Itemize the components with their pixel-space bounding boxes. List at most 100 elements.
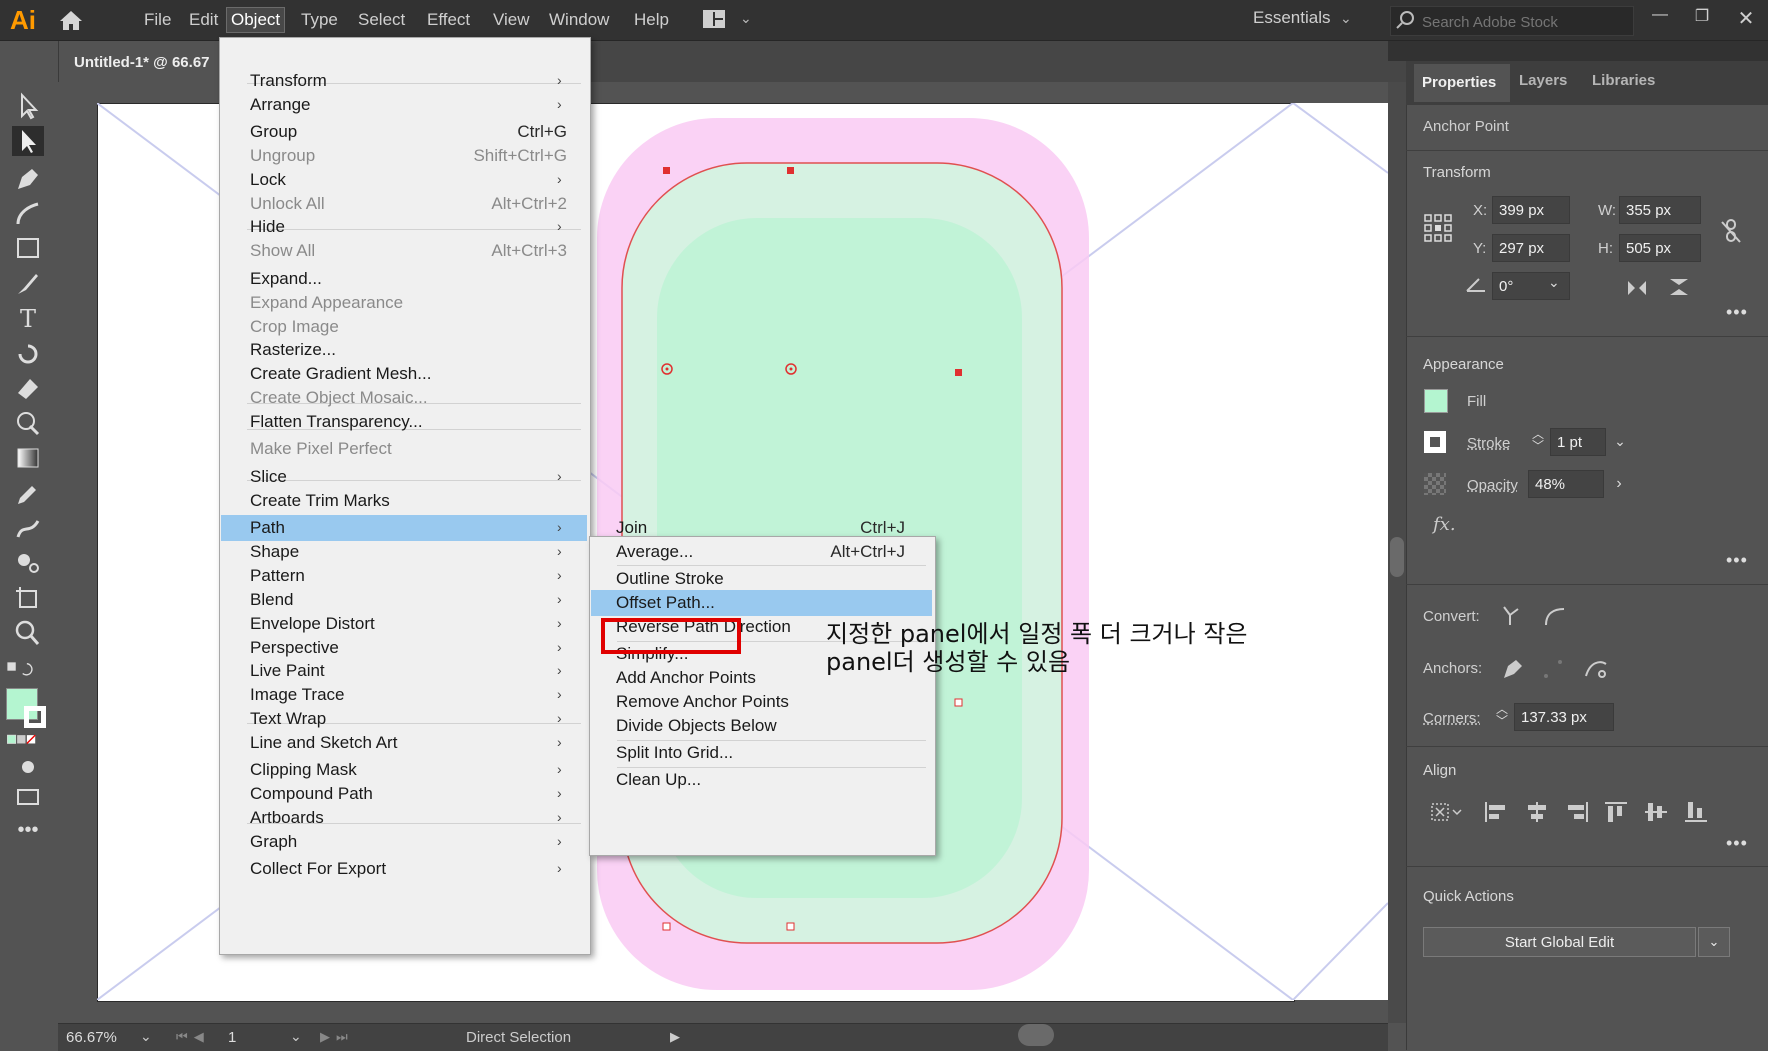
chevron-down-icon[interactable]: ⌄	[740, 10, 754, 28]
object-menu-item-shape[interactable]: Shape	[250, 539, 500, 565]
rotation-chevron-icon[interactable]: ⌄	[1548, 274, 1560, 291]
chevron-down-icon[interactable]: ⌄	[1340, 10, 1352, 27]
screen-mode-icon[interactable]	[12, 782, 44, 812]
gradient-tool-icon[interactable]	[12, 443, 44, 473]
menu-type[interactable]: Type	[297, 8, 342, 32]
path-menu-item-offset-path[interactable]: Offset Path...	[616, 590, 836, 616]
object-menu-item-create-trim-marks[interactable]: Create Trim Marks	[250, 488, 500, 514]
path-menu-item-clean-up[interactable]: Clean Up...	[616, 767, 836, 793]
object-menu-item-hide[interactable]: Hide	[250, 214, 500, 240]
eyedropper-tool-icon[interactable]	[12, 478, 44, 508]
object-menu-item-compound-path[interactable]: Compound Path	[250, 781, 500, 807]
status-menu-arrow-icon[interactable]: ▶	[670, 1029, 680, 1045]
w-field[interactable]: 355 px	[1619, 196, 1701, 224]
pen-tool-icon[interactable]	[12, 163, 44, 193]
restore-button[interactable]: ❐	[1690, 6, 1714, 26]
search-input[interactable]	[1420, 10, 1629, 34]
vertical-scroll-thumb[interactable]	[1390, 537, 1404, 577]
align-vertical-center-icon[interactable]	[1643, 800, 1671, 824]
object-menu-item-blend[interactable]: Blend	[250, 587, 500, 613]
transform-more-options-icon[interactable]: •••	[1726, 302, 1748, 323]
connect-anchors-icon[interactable]	[1540, 656, 1568, 680]
workspace-switcher[interactable]: Essentials	[1253, 8, 1330, 28]
constrain-proportions-icon[interactable]	[1720, 218, 1742, 244]
remove-anchor-icon[interactable]	[1498, 656, 1526, 680]
artboard-number-field[interactable]: 1	[228, 1029, 236, 1046]
align-left-icon[interactable]	[1482, 800, 1510, 824]
paintbrush-tool-icon[interactable]	[12, 268, 44, 298]
start-global-edit-button[interactable]: Start Global Edit	[1423, 927, 1696, 957]
menu-effect[interactable]: Effect	[423, 8, 474, 32]
align-more-options-icon[interactable]: •••	[1726, 833, 1748, 854]
corners-label[interactable]: Corners:	[1423, 710, 1481, 727]
object-menu-item-path[interactable]: Path	[250, 515, 500, 541]
object-menu-item-expand[interactable]: Expand...	[250, 266, 500, 292]
type-tool-icon[interactable]: T	[12, 303, 44, 333]
h-field[interactable]: 505 px	[1619, 234, 1701, 262]
object-menu-item-create-gradient-mesh[interactable]: Create Gradient Mesh...	[250, 361, 500, 387]
object-menu-item-image-trace[interactable]: Image Trace	[250, 682, 500, 708]
direct-selection-tool-icon[interactable]	[12, 126, 44, 156]
object-menu-item-live-paint[interactable]: Live Paint	[250, 658, 500, 684]
flip-horizontal-icon[interactable]	[1626, 279, 1648, 297]
menu-help[interactable]: Help	[630, 8, 673, 32]
object-menu-item-envelope-distort[interactable]: Envelope Distort	[250, 611, 500, 637]
align-to-selection-icon[interactable]	[1428, 800, 1464, 824]
symbol-sprayer-tool-icon[interactable]	[12, 548, 44, 578]
object-menu-item-clipping-mask[interactable]: Clipping Mask	[250, 757, 500, 783]
tab-libraries[interactable]: Libraries	[1592, 72, 1655, 89]
eraser-tool-icon[interactable]	[12, 373, 44, 403]
convert-to-corner-icon[interactable]	[1498, 603, 1526, 627]
effects-fx-icon[interactable]: fx.	[1433, 514, 1456, 535]
artboard-nav-next-icons[interactable]: ▶⏭	[320, 1029, 354, 1045]
artboard-tool-icon[interactable]	[12, 583, 44, 613]
flip-vertical-icon[interactable]	[1668, 277, 1690, 297]
align-horizontal-center-icon[interactable]	[1523, 800, 1551, 824]
stroke-weight-field[interactable]: 1 pt	[1550, 428, 1606, 456]
opacity-chevron-right-icon[interactable]: ›	[1606, 470, 1632, 498]
menu-file[interactable]: File	[140, 8, 175, 32]
fill-swatch[interactable]	[1424, 389, 1448, 413]
artboard-chevron-icon[interactable]: ⌄	[290, 1028, 302, 1045]
object-menu-item-collect-for-export[interactable]: Collect For Export	[250, 856, 500, 882]
edit-toolbar-icon[interactable]: •••	[12, 815, 44, 845]
stroke-swatch[interactable]	[1424, 431, 1446, 453]
curvature-tool-icon[interactable]	[12, 198, 44, 228]
object-menu-item-lock[interactable]: Lock	[250, 167, 500, 193]
path-menu-item-divide-objects-below[interactable]: Divide Objects Below	[616, 713, 836, 739]
x-field[interactable]: 399 px	[1492, 196, 1570, 224]
object-menu-item-graph[interactable]: Graph	[250, 829, 500, 855]
opacity-label[interactable]: Opacity	[1467, 477, 1518, 494]
object-menu-item-line-and-sketch-art[interactable]: Line and Sketch Art	[250, 730, 500, 756]
menu-edit[interactable]: Edit	[185, 8, 222, 32]
object-menu-item-slice[interactable]: Slice	[250, 464, 500, 490]
stroke-label[interactable]: Stroke	[1467, 435, 1510, 452]
tab-properties[interactable]: Properties	[1414, 64, 1510, 102]
object-menu-item-rasterize[interactable]: Rasterize...	[250, 337, 500, 363]
stroke-weight-stepper[interactable]: ︿ ﹀	[1528, 428, 1548, 456]
tab-layers[interactable]: Layers	[1519, 72, 1567, 89]
stroke-weight-chevron-icon[interactable]: ⌄	[1608, 428, 1632, 456]
zoom-chevron-icon[interactable]: ⌄	[140, 1028, 152, 1045]
align-bottom-icon[interactable]	[1683, 800, 1711, 824]
global-edit-options-chevron-icon[interactable]: ⌄	[1698, 927, 1730, 957]
zoom-tool-icon[interactable]	[12, 618, 44, 648]
close-button[interactable]: ✕	[1734, 6, 1758, 30]
object-menu-item-pattern[interactable]: Pattern	[250, 563, 500, 589]
appearance-more-options-icon[interactable]: •••	[1726, 550, 1748, 571]
path-menu-item-add-anchor-points[interactable]: Add Anchor Points	[616, 665, 836, 691]
object-menu-item-transform[interactable]: Transform	[250, 68, 500, 94]
swap-fill-stroke-icon[interactable]	[6, 655, 52, 685]
object-menu-item-arrange[interactable]: Arrange	[250, 92, 500, 118]
corners-stepper[interactable]: ︿ ﹀	[1492, 703, 1512, 731]
menu-select[interactable]: Select	[354, 8, 409, 32]
zoom-level-field[interactable]: 66.67%	[66, 1029, 117, 1046]
object-menu-item-flatten-transparency[interactable]: Flatten Transparency...	[250, 409, 500, 435]
shape-builder-tool-icon[interactable]	[12, 408, 44, 438]
object-menu-item-text-wrap[interactable]: Text Wrap	[250, 706, 500, 732]
opacity-field[interactable]: 48%	[1528, 470, 1604, 498]
menu-object[interactable]: Object	[226, 7, 286, 33]
path-menu-item-split-into-grid[interactable]: Split Into Grid...	[616, 740, 836, 766]
home-icon[interactable]	[58, 9, 84, 31]
reference-point-icon[interactable]	[1424, 214, 1452, 242]
